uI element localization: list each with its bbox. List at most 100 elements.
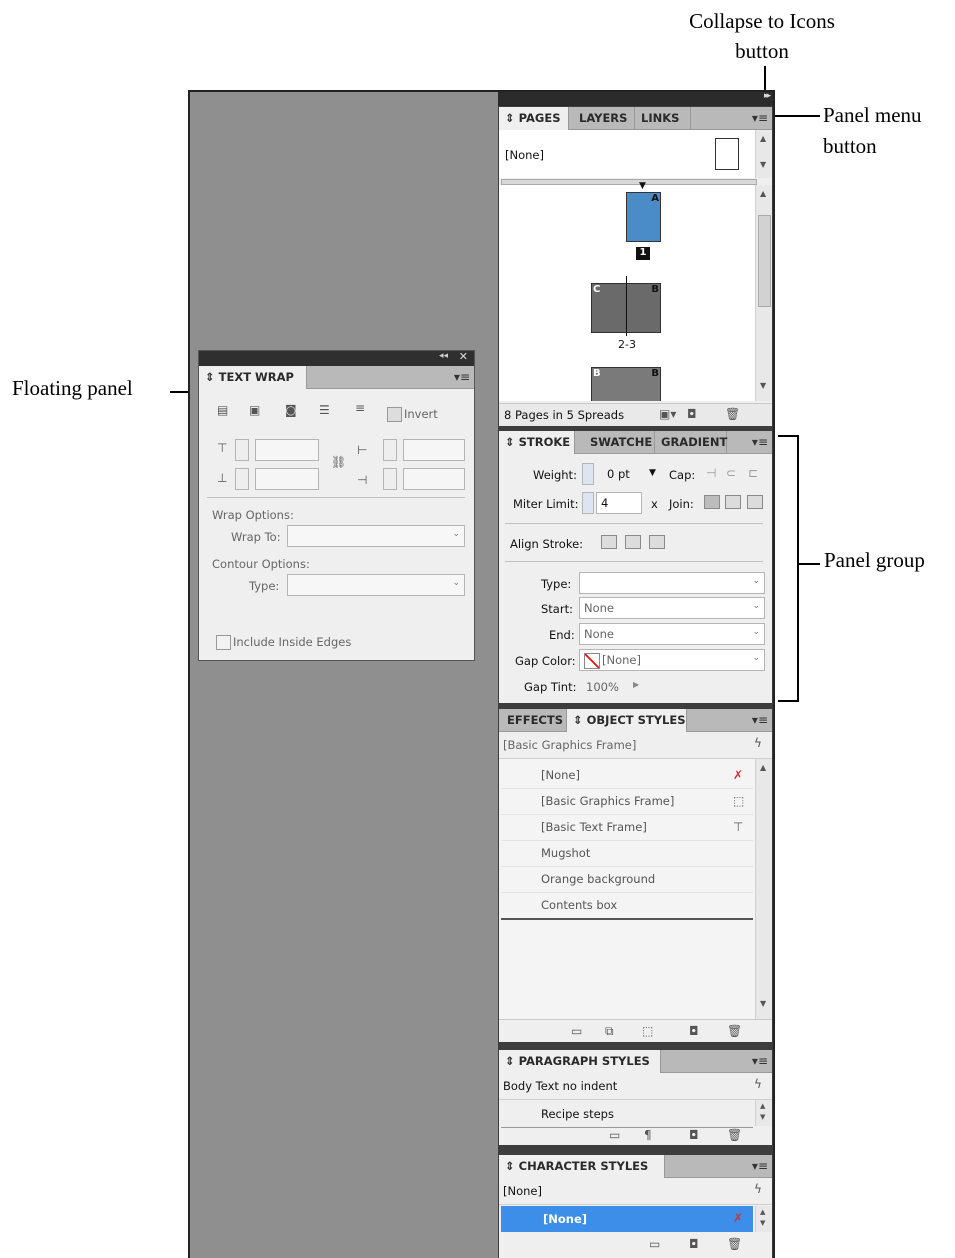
spread-4-5-thumbnail[interactable]: B B — [591, 367, 661, 401]
pages-scroll-thumb[interactable] — [758, 215, 771, 307]
contour-type-dropdown-icon[interactable]: ⌄ — [452, 578, 460, 588]
weight-stepper[interactable] — [582, 463, 594, 485]
bottom-offset-field[interactable] — [255, 468, 319, 490]
align-outside-button[interactable] — [649, 535, 665, 549]
miter-stepper[interactable] — [582, 492, 594, 514]
right-offset-stepper[interactable] — [383, 468, 397, 490]
pages-scroll-up-icon[interactable]: ▲ — [760, 189, 766, 198]
type-dropdown-icon[interactable]: ⌄ — [752, 576, 760, 586]
character-folder-icon[interactable]: ▭ — [649, 1237, 660, 1251]
close-panel-icon[interactable]: ✕ — [459, 350, 468, 363]
weight-dropdown-icon[interactable]: ▼ — [649, 468, 656, 478]
weight-field[interactable]: 0 pt ▼ — [597, 463, 665, 485]
clear-overrides-icon[interactable]: ⧉ — [605, 1024, 614, 1039]
text-wrap-menu-button[interactable]: ▾≡ — [454, 366, 470, 388]
tab-character-styles[interactable]: ⇕ CHARACTER STYLES — [499, 1155, 665, 1178]
spread-2-3-thumbnail[interactable]: C B — [591, 276, 661, 336]
jump-object-icon[interactable]: ☰ — [319, 403, 330, 417]
paragraph-scroll-down-icon[interactable]: ▼ — [760, 1113, 765, 1121]
trash-icon[interactable]: 🗑 — [725, 407, 740, 421]
master-none-label[interactable]: [None] — [505, 148, 544, 162]
collapse-to-icons-button[interactable]: ▸▸ — [764, 91, 771, 101]
tab-text-wrap[interactable]: ⇕ TEXT WRAP — [199, 366, 307, 389]
list-item[interactable]: Orange background — [501, 867, 753, 893]
round-cap-icon[interactable]: ⊂ — [726, 466, 736, 480]
tab-gradient[interactable]: GRADIENT — [655, 431, 727, 453]
projecting-cap-icon[interactable]: ⊏ — [748, 466, 758, 480]
start-select[interactable]: None ⌄ — [579, 597, 765, 619]
master-none-thumbnail[interactable] — [715, 138, 739, 170]
tab-paragraph-styles[interactable]: ⇕ PARAGRAPH STYLES — [499, 1050, 661, 1073]
miter-limit-field[interactable]: 4 — [596, 492, 642, 514]
end-select[interactable]: None ⌄ — [579, 623, 765, 645]
round-join-button[interactable] — [725, 495, 741, 509]
scroll-down-icon[interactable]: ▼ — [760, 160, 766, 169]
butt-cap-icon[interactable]: ⊣ — [706, 466, 716, 480]
pages-scroll-down-icon[interactable]: ▼ — [760, 381, 766, 390]
page-1-thumbnail[interactable]: A — [626, 192, 661, 242]
object-styles-scrollbar[interactable]: ▲ ▼ — [755, 759, 772, 1019]
align-center-button[interactable] — [601, 535, 617, 549]
collapse-panel-icon[interactable]: ◂◂ — [439, 351, 448, 361]
gap-tint-value[interactable]: 100% — [586, 680, 619, 694]
paragraph-new-style-icon[interactable]: ◘ — [689, 1128, 699, 1142]
align-inside-button[interactable] — [625, 535, 641, 549]
no-wrap-icon[interactable]: ▤ — [217, 403, 228, 417]
lightning-icon[interactable]: ϟ — [754, 736, 762, 750]
character-delete-icon[interactable]: 🗑 — [727, 1237, 742, 1251]
link-offsets-icon[interactable]: ⛓ — [331, 455, 346, 469]
top-offset-stepper[interactable] — [235, 439, 249, 461]
gap-color-dropdown-icon[interactable]: ⌄ — [752, 653, 760, 663]
jump-next-column-icon[interactable]: ≡ — [355, 401, 365, 415]
delete-style-icon[interactable]: 🗑 — [727, 1024, 742, 1038]
list-item[interactable]: [Basic Text Frame] ⊤ — [501, 815, 753, 841]
tab-layers[interactable]: LAYERS — [569, 107, 635, 129]
tab-pages[interactable]: ⇕ PAGES — [499, 107, 569, 130]
floating-titlebar[interactable]: ◂◂ ✕ — [199, 350, 474, 366]
object-scroll-down-icon[interactable]: ▼ — [760, 999, 766, 1008]
list-item[interactable]: Recipe steps — [501, 1102, 753, 1128]
bottom-offset-stepper[interactable] — [235, 468, 249, 490]
wrap-to-select[interactable]: ⌄ — [287, 525, 465, 547]
list-item[interactable]: [Basic Graphics Frame] ⬚ — [501, 789, 753, 815]
paragraph-scrollbar[interactable]: ▲ ▼ — [755, 1100, 772, 1126]
tab-stroke[interactable]: ⇕ STROKE — [499, 431, 575, 454]
character-lightning-icon[interactable]: ϟ — [754, 1182, 762, 1196]
object-styles-menu-button[interactable]: ▾≡ — [752, 709, 768, 731]
clear-attributes-icon[interactable]: ⬚ — [642, 1024, 653, 1038]
panel-menu-button[interactable]: ▾≡ — [752, 107, 768, 129]
bevel-join-button[interactable] — [747, 495, 763, 509]
scroll-up-icon[interactable]: ▲ — [760, 134, 766, 143]
wrap-to-dropdown-icon[interactable]: ⌄ — [452, 529, 460, 539]
selected-character-style-row[interactable]: [None] ✗ — [501, 1206, 753, 1232]
wrap-object-shape-icon[interactable]: ◙ — [285, 403, 297, 417]
new-style-icon[interactable]: ◘ — [689, 1024, 699, 1038]
paragraph-folder-icon[interactable]: ▭ — [609, 1128, 620, 1142]
character-scrollbar[interactable]: ▲ ▼ — [755, 1206, 772, 1232]
character-scroll-down-icon[interactable]: ▼ — [760, 1219, 765, 1227]
tab-object-styles[interactable]: ⇕ OBJECT STYLES — [567, 709, 687, 732]
gap-color-select[interactable]: [None] ⌄ — [579, 649, 765, 671]
top-offset-field[interactable] — [255, 439, 319, 461]
invert-checkbox[interactable] — [387, 407, 402, 422]
wrap-bounding-box-icon[interactable]: ▣ — [249, 403, 260, 417]
list-item[interactable]: [None] ✗ — [501, 763, 753, 789]
contour-type-select[interactable]: ⌄ — [287, 574, 465, 596]
include-inside-edges-checkbox[interactable] — [216, 635, 231, 650]
start-dropdown-icon[interactable]: ⌄ — [752, 601, 760, 611]
object-scroll-up-icon[interactable]: ▲ — [760, 763, 766, 772]
paragraph-styles-menu-button[interactable]: ▾≡ — [752, 1050, 768, 1072]
paragraph-scroll-up-icon[interactable]: ▲ — [760, 1102, 765, 1110]
masters-scrollbar[interactable]: ▲ ▼ — [755, 130, 772, 178]
edit-page-size-icon[interactable]: ▣▾ — [659, 407, 676, 421]
paragraph-delete-icon[interactable]: 🗑 — [727, 1128, 742, 1142]
folder-icon[interactable]: ▭ — [571, 1024, 582, 1038]
stroke-panel-menu-button[interactable]: ▾≡ — [752, 431, 768, 453]
character-styles-menu-button[interactable]: ▾≡ — [752, 1155, 768, 1177]
tab-effects[interactable]: EFFECTS — [499, 709, 567, 731]
stroke-type-select[interactable]: ⌄ — [579, 572, 765, 594]
character-scroll-up-icon[interactable]: ▲ — [760, 1208, 765, 1216]
tab-swatches[interactable]: SWATCHE — [575, 431, 655, 453]
list-item[interactable]: Contents box — [501, 893, 753, 920]
character-new-style-icon[interactable]: ◘ — [689, 1237, 699, 1251]
